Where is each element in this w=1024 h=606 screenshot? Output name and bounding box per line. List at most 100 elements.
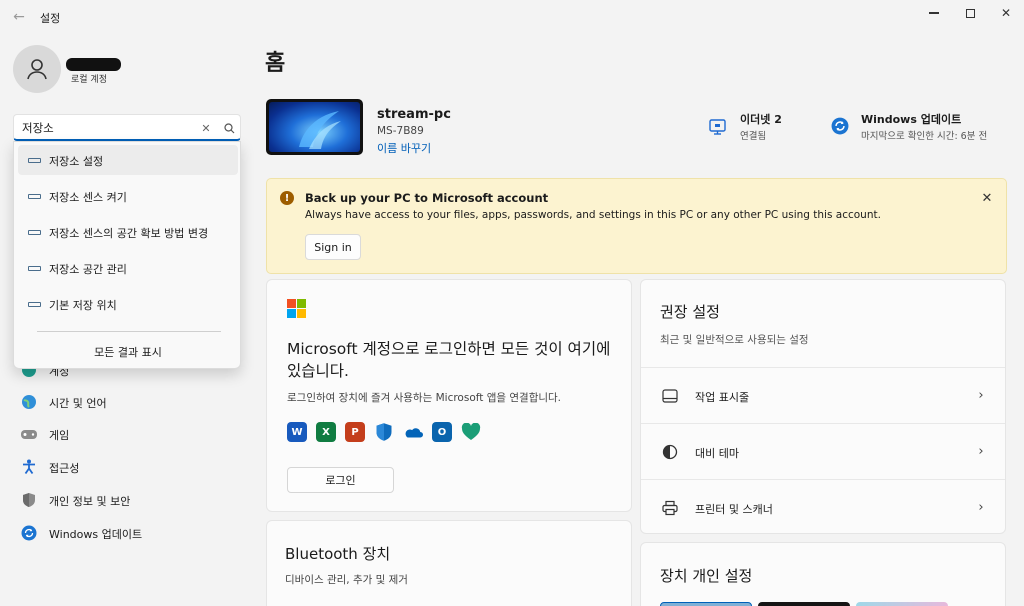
recommended-subtitle: 최근 및 일반적으로 사용되는 설정 — [660, 334, 809, 346]
search-box[interactable]: ✕ — [13, 114, 241, 141]
warning-icon: ! — [280, 191, 294, 205]
search-icon — [223, 122, 234, 133]
gamepad-icon — [20, 425, 38, 443]
ms-card-title: Microsoft 계정으로 로그인하면 모든 것이 여기에 있습니다. — [287, 340, 611, 380]
title-bar: ← 설정 ✕ — [0, 0, 1024, 32]
onedrive-icon — [403, 422, 423, 442]
chevron-right-icon: › — [978, 443, 984, 459]
search-suggestions: 저장소 설정 저장소 센스 켜기 저장소 센스의 공간 확보 방법 변경 저장소… — [13, 141, 241, 369]
sidebar-item-accessibility[interactable]: 접근성 — [16, 452, 236, 482]
storage-drive-icon — [28, 230, 41, 235]
microsoft-logo-icon — [287, 299, 306, 318]
suggestion-item[interactable]: 저장소 센스 켜기 — [18, 181, 238, 211]
contrast-icon — [661, 443, 679, 461]
sidebar-item-label: Windows 업데이트 — [49, 528, 143, 541]
close-icon: ✕ — [981, 190, 993, 206]
page-title: 홈 — [265, 51, 286, 76]
bluetooth-card[interactable]: Bluetooth 장치 디바이스 관리, 추가 및 제거 — [266, 520, 632, 606]
sidebar-item-privacy[interactable]: 개인 정보 및 보안 — [16, 485, 236, 515]
minimize-icon — [929, 12, 939, 14]
theme-thumbnail[interactable] — [856, 602, 948, 606]
shield-icon — [20, 491, 38, 509]
chevron-right-icon: › — [978, 499, 984, 515]
recommended-settings-card: 권장 설정 최근 및 일반적으로 사용되는 설정 작업 표시줄 › 대비 테마 … — [640, 279, 1006, 534]
recommended-item-contrast-theme[interactable]: 대비 테마 › — [641, 423, 1005, 479]
close-icon: ✕ — [1000, 6, 1012, 20]
device-personalization-card: 장치 개인 설정 — [640, 542, 1006, 606]
network-title[interactable]: 이더넷 2 — [740, 111, 782, 127]
user-icon — [27, 59, 47, 80]
divider — [37, 331, 221, 332]
bluetooth-title: Bluetooth 장치 — [285, 545, 391, 563]
ethernet-icon — [708, 117, 728, 137]
recommended-item-label: 대비 테마 — [695, 447, 739, 460]
recommended-item-taskbar[interactable]: 작업 표시줄 › — [641, 367, 1005, 423]
sidebar-item-label: 시간 및 언어 — [49, 397, 107, 410]
update-title[interactable]: Windows 업데이트 — [861, 111, 961, 127]
sidebar-item-label: 개인 정보 및 보안 — [49, 495, 131, 508]
maximize-button[interactable] — [952, 0, 988, 26]
outlook-icon: O — [432, 422, 452, 442]
printer-icon — [661, 499, 679, 517]
sidebar-item-label: 접근성 — [49, 462, 80, 475]
sidebar-item-gaming[interactable]: 게임 — [16, 419, 236, 449]
storage-drive-icon — [28, 158, 41, 163]
suggestion-label: 저장소 센스 켜기 — [49, 191, 127, 204]
bluetooth-subtitle: 디바이스 관리, 추가 및 제거 — [285, 574, 408, 586]
search-input[interactable] — [22, 119, 192, 137]
sidebar-item-windows-update[interactable]: Windows 업데이트 — [16, 518, 236, 548]
theme-thumbnail[interactable] — [660, 602, 752, 606]
account-type: 로컬 계정 — [71, 75, 107, 85]
clear-search-button[interactable]: ✕ — [198, 120, 214, 136]
taskbar-icon — [661, 387, 679, 405]
suggestion-label: 저장소 공간 관리 — [49, 263, 127, 276]
login-button[interactable]: 로그인 — [287, 467, 394, 493]
banner-text: Always have access to your files, apps, … — [305, 209, 881, 221]
redacted-user-name — [66, 58, 121, 71]
device-thumbnail — [266, 99, 363, 155]
suggestion-item[interactable]: 저장소 설정 — [18, 145, 238, 175]
back-button[interactable]: ← — [6, 6, 32, 28]
clear-icon: ✕ — [201, 121, 211, 135]
storage-drive-icon — [28, 266, 41, 271]
minimize-button[interactable] — [916, 0, 952, 26]
word-icon: W — [287, 422, 307, 442]
accessibility-icon — [20, 458, 38, 476]
recommended-item-label: 프린터 및 스캐너 — [695, 503, 773, 516]
close-button[interactable]: ✕ — [988, 0, 1024, 26]
microsoft-account-card: Microsoft 계정으로 로그인하면 모든 것이 여기에 있습니다. 로그인… — [266, 279, 632, 512]
app-title: 설정 — [40, 12, 61, 25]
family-icon — [461, 422, 481, 442]
network-status: 연결됨 — [740, 131, 767, 142]
personalization-title: 장치 개인 설정 — [660, 567, 753, 585]
device-name: stream-pc — [377, 107, 451, 122]
search-button[interactable] — [221, 120, 237, 136]
sign-in-button[interactable]: Sign in — [305, 234, 361, 260]
suggestion-item[interactable]: 저장소 공간 관리 — [18, 253, 238, 283]
suggestion-item[interactable]: 기본 저장 위치 — [18, 289, 238, 319]
recommended-item-printers[interactable]: 프린터 및 스캐너 › — [641, 479, 1005, 535]
recommended-item-label: 작업 표시줄 — [695, 391, 750, 404]
app-icon-row: W X P O — [287, 422, 481, 442]
excel-icon: X — [316, 422, 336, 442]
device-model: MS-7B89 — [377, 125, 424, 137]
windows-update-icon — [831, 117, 849, 135]
defender-icon — [374, 422, 394, 442]
rename-link[interactable]: 이름 바꾸기 — [377, 140, 431, 156]
back-arrow-icon: ← — [13, 9, 25, 25]
show-all-results-button[interactable]: 모든 결과 표시 — [18, 340, 238, 364]
banner-title: Back up your PC to Microsoft account — [305, 191, 549, 205]
suggestion-label: 저장소 설정 — [49, 155, 104, 168]
update-status: 마지막으로 확인한 시간: 6분 전 — [861, 131, 988, 142]
theme-thumbnail[interactable] — [758, 602, 850, 606]
suggestion-label: 기본 저장 위치 — [49, 299, 117, 312]
suggestion-item[interactable]: 저장소 센스의 공간 확보 방법 변경 — [18, 217, 238, 247]
recommended-title: 권장 설정 — [660, 303, 720, 321]
storage-drive-icon — [28, 194, 41, 199]
avatar[interactable] — [13, 45, 61, 93]
sidebar-item-time-language[interactable]: 시간 및 언어 — [16, 387, 236, 417]
sidebar-item-label: 게임 — [49, 429, 70, 442]
backup-banner: ! Back up your PC to Microsoft account A… — [266, 178, 1007, 274]
ms-card-description: 로그인하여 장치에 즐겨 사용하는 Microsoft 앱을 연결합니다. — [287, 392, 562, 404]
banner-close-button[interactable]: ✕ — [977, 188, 997, 208]
